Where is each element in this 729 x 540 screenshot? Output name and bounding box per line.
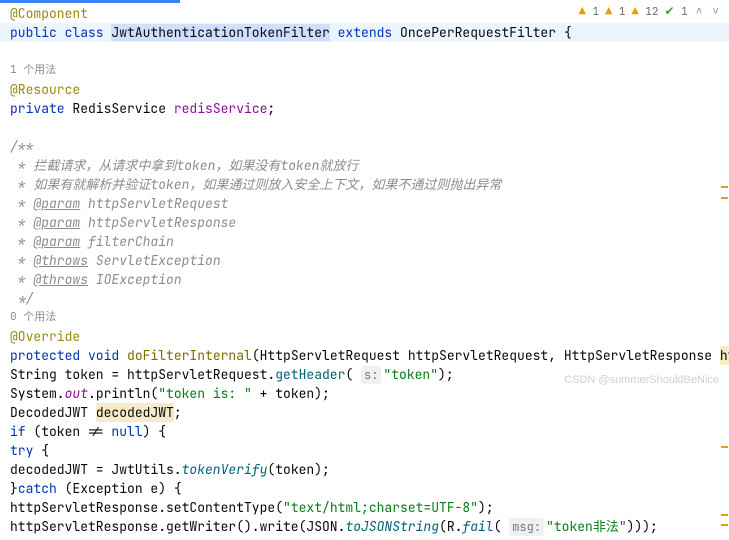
code-line[interactable]: * 拦截请求，从请求中拿到token，如果没有token就放行 (0, 156, 729, 175)
code-line[interactable]: * @param httpServletResponse (0, 213, 729, 232)
code-line[interactable]: /** (0, 137, 729, 156)
code-line[interactable]: */ (0, 289, 729, 308)
code-line[interactable]: * @throws IOException (0, 270, 729, 289)
code-line[interactable]: @Override (0, 327, 729, 346)
code-line[interactable]: DecodedJWT decodedJWT; (0, 403, 729, 422)
code-line[interactable]: httpServletResponse.getWriter().write(JS… (0, 517, 729, 536)
warning-icon: ▲ (579, 3, 586, 19)
class-name-selection: JwtAuthenticationTokenFilter (111, 24, 329, 41)
usages-hint[interactable]: 1 个用法 (0, 61, 729, 80)
usages-hint[interactable]: 0 个用法 (0, 308, 729, 327)
watermark: CSDN @summerShouldBeNice (564, 372, 719, 389)
warning-badge-3[interactable]: ▲ 12 (631, 2, 658, 21)
warning-mark[interactable] (721, 197, 728, 199)
progress-indicator (0, 0, 180, 3)
code-line[interactable]: * @param filterChain (0, 232, 729, 251)
warning-mark[interactable] (721, 446, 728, 448)
warning-icon: ▲ (605, 3, 612, 19)
code-line[interactable]: @Resource (0, 80, 729, 99)
warning-badge-1[interactable]: ▲ 1 (579, 2, 599, 21)
warning-badge-2[interactable]: ▲ 1 (605, 2, 625, 21)
code-line[interactable]: * @param httpServletRequest (0, 194, 729, 213)
code-line[interactable]: * @throws ServletException (0, 251, 729, 270)
annotation: @Component (10, 4, 88, 24)
code-line[interactable]: protected void doFilterInternal(HttpServ… (0, 346, 729, 365)
code-line[interactable] (0, 118, 729, 137)
code-editor[interactable]: ▲ 1 ▲ 1 ▲ 12 ✔ 1 ∧ ∨ @Component public c… (0, 0, 729, 540)
ok-badge[interactable]: ✔ 1 (665, 2, 688, 21)
param-hint: s: (361, 366, 381, 384)
error-stripe[interactable] (719, 20, 729, 540)
code-line[interactable]: }catch (Exception e) { (0, 479, 729, 498)
warning-mark[interactable] (721, 186, 728, 188)
warning-mark[interactable] (721, 514, 728, 516)
code-line[interactable]: decodedJWT = JwtUtils.tokenVerify(token)… (0, 460, 729, 479)
prev-highlight-button[interactable]: ∧ (694, 3, 705, 20)
warning-mark[interactable] (721, 524, 728, 526)
inspection-toolbar: ▲ 1 ▲ 1 ▲ 12 ✔ 1 ∧ ∨ (579, 2, 721, 21)
check-icon: ✔ (665, 3, 675, 19)
code-line[interactable] (0, 42, 729, 61)
code-line[interactable]: if (token != null) { (0, 422, 729, 441)
warning-icon: ▲ (631, 3, 638, 19)
code-line[interactable]: httpServletResponse.setContentType("text… (0, 498, 729, 517)
code-line[interactable]: * 如果有就解析并验证token，如果通过则放入安全上下文，如果不通过则抛出异常 (0, 175, 729, 194)
code-line[interactable]: public class JwtAuthenticationTokenFilte… (0, 23, 729, 42)
code-line[interactable]: private RedisService redisService; (0, 99, 729, 118)
next-highlight-button[interactable]: ∨ (710, 3, 721, 20)
param-hint: msg: (509, 518, 544, 536)
code-line[interactable]: try { (0, 441, 729, 460)
